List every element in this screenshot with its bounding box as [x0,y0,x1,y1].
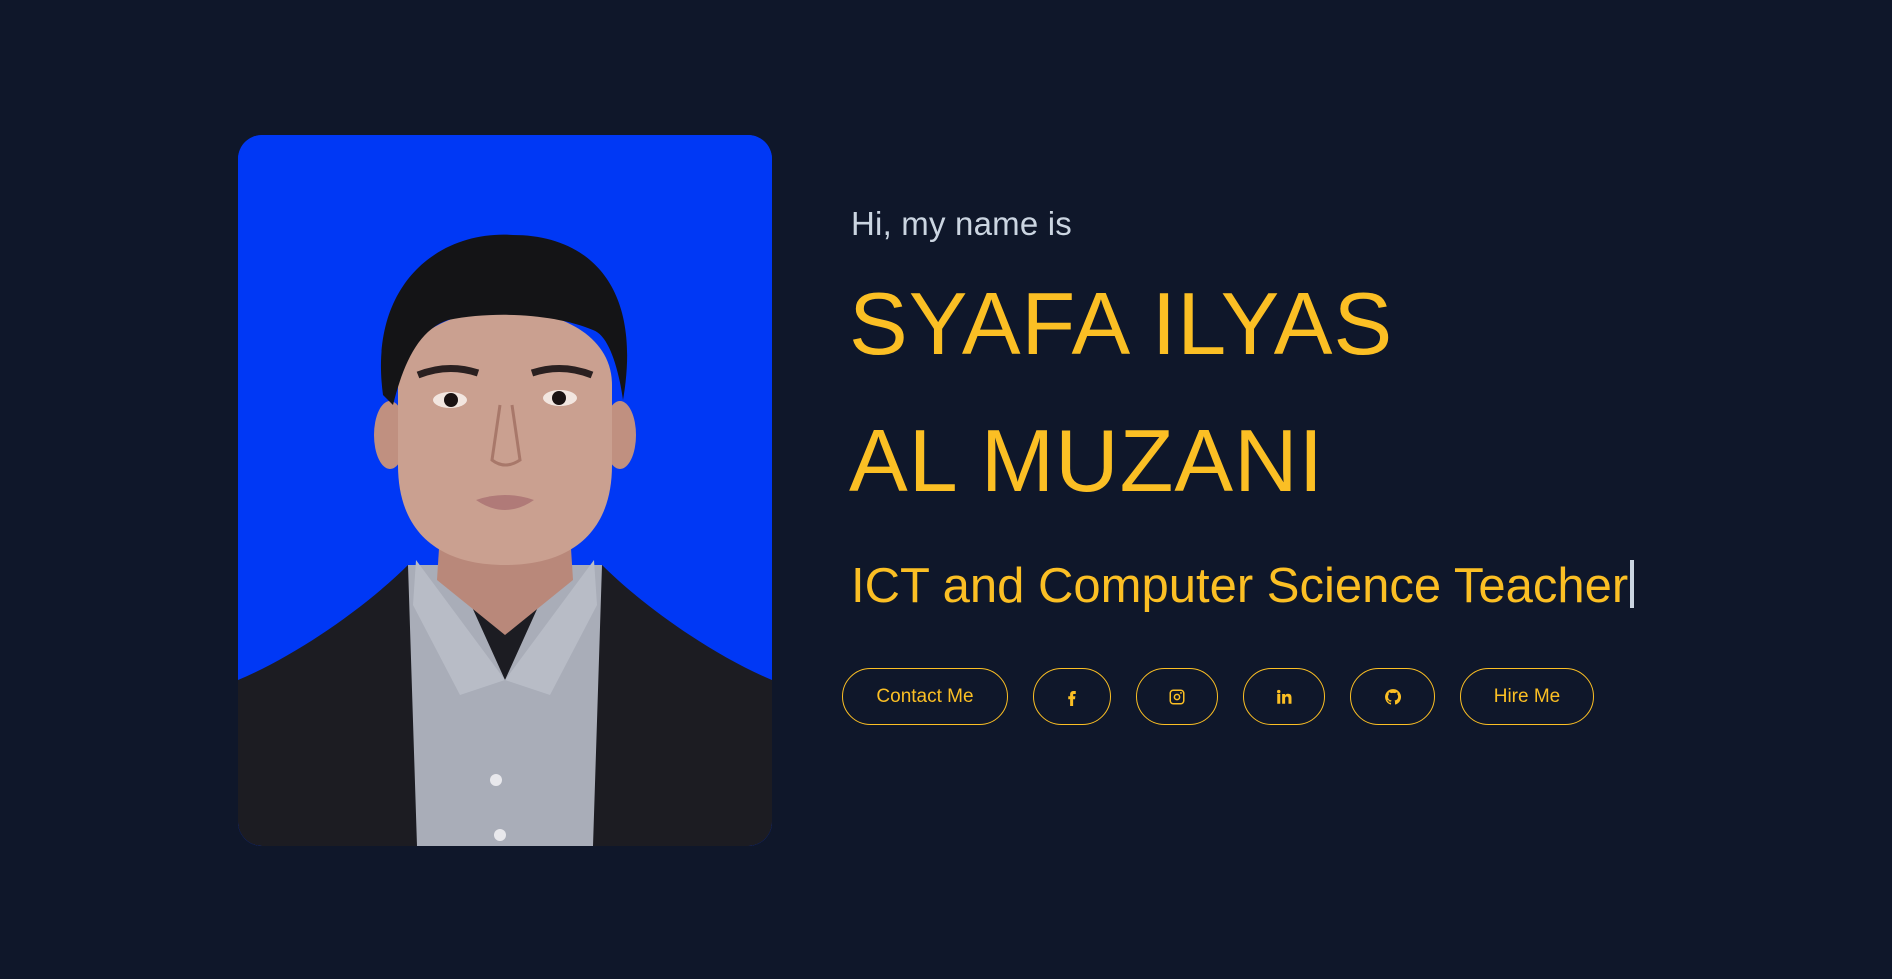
github-button[interactable] [1350,668,1435,725]
role-typewriter: ICT and Computer Science Teacher [851,559,1635,613]
role-text: ICT and Computer Science Teacher [851,559,1629,613]
contact-me-button[interactable]: Contact Me [842,668,1008,725]
github-icon [1384,688,1401,705]
instagram-icon [1169,689,1185,704]
instagram-button[interactable] [1136,668,1218,725]
typing-caret [1630,560,1635,608]
profile-photo [238,135,772,846]
name-heading-line-1: SYAFA ILYAS [849,274,1394,373]
profile-photo-image [238,135,772,846]
linkedin-button[interactable] [1243,668,1325,725]
action-buttons: Contact Me Hire Me [842,668,1594,725]
intro-text: Hi, my name is [851,205,1073,242]
hero-section: Hi, my name is SYAFA ILYAS AL MUZANI ICT… [0,0,1892,979]
hire-me-button[interactable]: Hire Me [1460,668,1594,725]
name-heading-line-2: AL MUZANI [849,411,1325,510]
linkedin-icon [1277,689,1292,704]
facebook-icon [1068,690,1076,706]
facebook-button[interactable] [1033,668,1111,725]
